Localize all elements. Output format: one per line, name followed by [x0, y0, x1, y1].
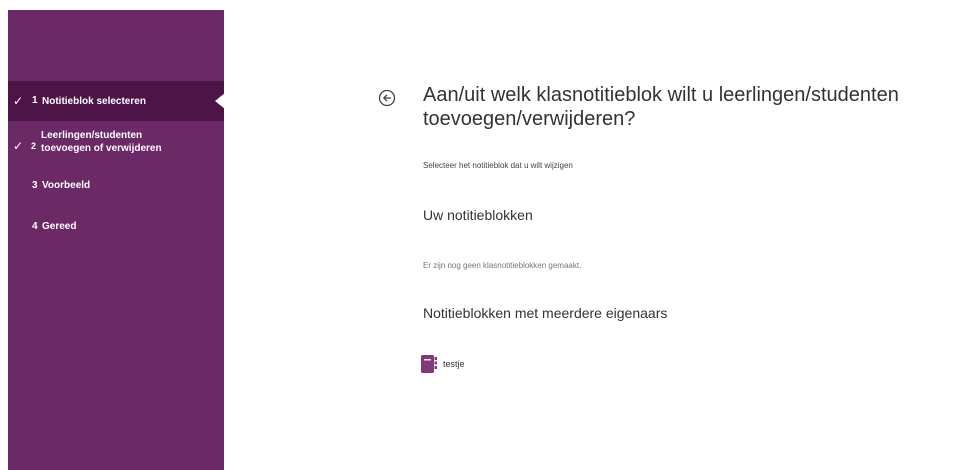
- empty-notebooks-message: Er zijn nog geen klasnotitieblokken gema…: [423, 261, 582, 270]
- arrow-left-circle-icon: [378, 89, 396, 107]
- step-add-remove-students[interactable]: ✓ 2 Leerlingen/studenten toevoegen of ve…: [8, 126, 224, 162]
- step-label: Leerlingen/studenten toevoegen of verwij…: [41, 130, 162, 154]
- checkmark-icon: ✓: [13, 94, 24, 108]
- onenote-notebook-icon: [421, 355, 437, 373]
- step-preview[interactable]: 3 Voorbeeld: [8, 178, 224, 198]
- wizard-sidebar: ✓ 1 Notitieblok selecteren ✓ 2 Leerlinge…: [8, 10, 225, 470]
- page-title: Aan/uit welk klasnotitieblok wilt u leer…: [423, 84, 899, 130]
- step-label: Notitieblok selecteren: [42, 96, 146, 107]
- step-number: 3: [32, 180, 38, 191]
- step-number: 1: [32, 95, 38, 106]
- step-label: Gereed: [42, 221, 77, 232]
- notebook-label: testje: [443, 359, 465, 369]
- multi-owner-notebooks-heading: Notitieblokken met meerdere eigenaars: [423, 305, 668, 321]
- checkmark-icon: ✓: [13, 139, 24, 153]
- step-done[interactable]: 4 Gereed: [8, 219, 224, 239]
- notebook-item-testje[interactable]: testje: [421, 355, 621, 373]
- page-subtitle: Selecteer het notitieblok dat u wilt wij…: [423, 161, 573, 170]
- back-button[interactable]: [378, 89, 396, 107]
- page: ✓ 1 Notitieblok selecteren ✓ 2 Leerlinge…: [0, 0, 979, 470]
- step-label: Voorbeeld: [42, 180, 91, 191]
- my-notebooks-heading: Uw notitieblokken: [423, 207, 533, 223]
- step-number: 4: [32, 221, 38, 232]
- step-number: 2: [31, 141, 37, 151]
- step-select-notebook[interactable]: ✓ 1 Notitieblok selecteren: [8, 81, 225, 121]
